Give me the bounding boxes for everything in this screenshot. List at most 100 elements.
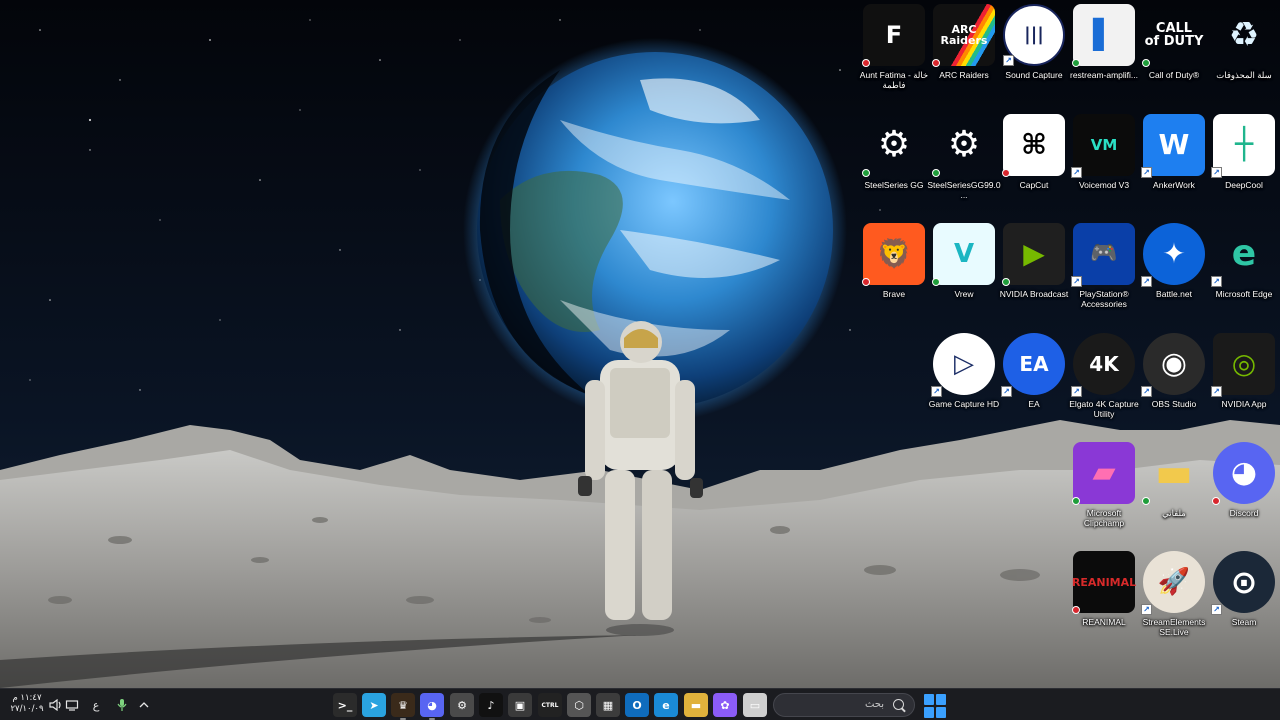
desktop-icon-recycle-bin[interactable]: ♻ سلة المحذوفات: [1208, 4, 1280, 108]
desktop-icon-capcut[interactable]: ⌘ CapCut: [998, 114, 1070, 218]
desktop-icon-streamelements-selive[interactable]: 🚀 ↗ StreamElements SE.Live: [1138, 551, 1210, 655]
shortcut-arrow-icon: ↗: [1071, 167, 1082, 178]
shortcut-arrow-icon: ↗: [1001, 386, 1012, 397]
shortcut-arrow-icon: ↗: [1211, 386, 1222, 397]
taskbar-file-explorer-app[interactable]: ▬: [684, 693, 708, 717]
desktop-icon-nvidia-app[interactable]: ◎ ↗ NVIDIA App: [1208, 333, 1280, 437]
arc-raiders-glyph: ARC Raiders: [940, 23, 988, 47]
desktop-icon-discord[interactable]: ◕ Discord: [1208, 442, 1280, 546]
desktop-icon-label: CapCut: [1019, 180, 1049, 190]
taskbar-telegram-app[interactable]: ➤: [362, 693, 386, 717]
desktop-icon-aunt-fatima[interactable]: F Aunt Fatima - خالة فاطمة: [858, 4, 930, 108]
file-explorer-app-icon: ▬: [690, 698, 702, 712]
desktop-icon-label: PlayStation® Accessories: [1079, 289, 1129, 309]
my-files-folder-icon: ▬: [1142, 442, 1205, 505]
desktop-icon-nvidia-broadcast[interactable]: ▶ NVIDIA Broadcast: [998, 223, 1070, 327]
taskbar-store-app[interactable]: ▦: [596, 693, 620, 717]
taskbar-app-window[interactable]: ▣: [508, 693, 532, 717]
sound-capture-icon: ||| ↗: [1003, 4, 1065, 66]
desktop-icon-deepcool[interactable]: ┼ ↗ DeepCool: [1208, 114, 1280, 218]
desktop-icon-steelseries-gg[interactable]: ⚙ SteelSeries GG: [858, 114, 930, 218]
terminal-app-icon: >_: [337, 698, 353, 712]
discord-app-icon: ◕: [427, 698, 437, 712]
obs-studio-glyph: ◉: [1160, 346, 1188, 381]
desktop-icon-brave[interactable]: 🦁 Brave: [858, 223, 930, 327]
outlook-app-icon: O: [632, 698, 642, 712]
desktop-icon-steelseries-gg-installer[interactable]: ⚙ SteelSeriesGG99.0...: [927, 114, 1000, 218]
discord-glyph: ◕: [1230, 455, 1258, 490]
sync-error-icon: [1212, 497, 1220, 505]
windows-logo-tile: [924, 707, 934, 718]
microphone-icon[interactable]: [114, 695, 130, 715]
desktop-icon-elgato-4k-capture[interactable]: 4K ↗ Elgato 4K Capture Utility: [1068, 333, 1140, 437]
taskbar-app-with-badge[interactable]: ♛: [391, 693, 415, 720]
reanimal-icon: REANIMAL: [1072, 551, 1136, 614]
desktop-icon-restream-amplifier[interactable]: ▌ restream-amplifi...: [1068, 4, 1140, 108]
desktop-icon-ankerwork[interactable]: W ↗ AnkerWork: [1138, 114, 1210, 218]
taskbar-discord-app[interactable]: ◕: [420, 693, 444, 720]
desktop-icon-label: ARC Raiders: [939, 70, 989, 80]
nvidia-app-glyph: ◎: [1231, 347, 1257, 380]
desktop-icon-arc-raiders[interactable]: ARC Raiders ARC Raiders: [928, 4, 1000, 108]
desktop-icon-label: Elgato 4K Capture Utility: [1069, 399, 1139, 419]
steelseries-gg-icon: ⚙: [862, 114, 925, 177]
desktop-icon-voicemod[interactable]: VM ↗ Voicemod V3: [1068, 114, 1140, 218]
desktop-icon-label: OBS Studio: [1151, 399, 1197, 409]
desktop-icon-reanimal[interactable]: REANIMAL REANIMAL: [1068, 551, 1140, 655]
playstation-accessories-glyph: 🎮: [1090, 241, 1118, 266]
desktop-icon-battle-net[interactable]: ✦ ↗ Battle.net: [1138, 223, 1210, 327]
desktop-icon-steam[interactable]: ⊙ ↗ Steam: [1208, 551, 1280, 655]
ankerwork-glyph: W: [1158, 128, 1190, 161]
network-icon[interactable]: [64, 695, 80, 715]
recycle-bin-icon: ♻: [1213, 4, 1275, 66]
volume-icon[interactable]: [48, 695, 64, 715]
start-button[interactable]: [923, 693, 949, 719]
desktop-icon-ea[interactable]: EA ↗ EA: [998, 333, 1070, 437]
desktop-icon-sound-capture[interactable]: ||| ↗ Sound Capture: [998, 4, 1070, 108]
streamelements-selive-glyph: 🚀: [1157, 567, 1191, 597]
shortcut-arrow-icon: ↗: [1071, 386, 1082, 397]
desktop-icon-label: restream-amplifi...: [1069, 70, 1138, 80]
desktop-icon-label: سلة المحذوفات: [1216, 70, 1272, 80]
desktop-icon-game-capture-hd[interactable]: ▷ ↗ Game Capture HD: [928, 333, 1000, 437]
desktop-icon-my-files-folder[interactable]: ▬ ملفاتي: [1138, 442, 1210, 546]
taskbar-settings-app[interactable]: ⚙: [450, 693, 474, 717]
nvidia-broadcast-icon: ▶: [1002, 223, 1065, 286]
shortcut-arrow-icon: ↗: [1003, 55, 1014, 66]
system-clock[interactable]: ١١:٤٧ م ٢٧/١٠/٠٩: [10, 693, 44, 715]
microsoft-clipchamp-glyph: ▰: [1092, 455, 1116, 490]
input-language-indicator[interactable]: ع: [88, 695, 104, 715]
app-window-icon: ▣: [514, 698, 526, 712]
taskbar-hex-app[interactable]: ⬡: [567, 693, 591, 717]
desktop-icon-call-of-duty[interactable]: CALL of DUTY Call of Duty®: [1138, 4, 1210, 108]
shortcut-arrow-icon: ↗: [1141, 604, 1152, 615]
game-capture-hd-icon: ▷ ↗: [931, 333, 995, 397]
search-icon: [893, 699, 904, 710]
tiktok-app-icon: ♪: [487, 698, 495, 712]
synced-status-icon: [932, 169, 940, 177]
edge-app-icon: e: [662, 698, 670, 712]
desktop-icon-microsoft-clipchamp[interactable]: ▰ Microsoft Clipchamp: [1068, 442, 1140, 546]
desktop-icon-label: AnkerWork: [1153, 180, 1195, 190]
settings-app-icon: ⚙: [457, 698, 467, 712]
desktop-icon-playstation-accessories[interactable]: 🎮 ↗ PlayStation® Accessories: [1068, 223, 1140, 327]
desktop-icon-label: Battle.net: [1156, 289, 1192, 299]
call-of-duty-glyph: CALL of DUTY: [1144, 21, 1204, 49]
taskbar-window-app[interactable]: ▭: [743, 693, 767, 717]
taskbar-ctrl-app[interactable]: CTRL: [538, 693, 562, 717]
ea-icon: EA ↗: [1001, 333, 1065, 397]
show-hidden-icons-chevron-icon[interactable]: [136, 695, 152, 715]
taskbar-copilot-app[interactable]: ✿: [713, 693, 737, 717]
desktop-icon-vrew[interactable]: V Vrew: [928, 223, 1000, 327]
taskbar-edge-app[interactable]: e: [654, 693, 678, 717]
call-of-duty-icon: CALL of DUTY: [1142, 4, 1205, 67]
shortcut-arrow-icon: ↗: [1141, 167, 1152, 178]
taskbar-terminal-app[interactable]: >_: [333, 693, 357, 717]
desktop-icon-obs-studio[interactable]: ◉ ↗ OBS Studio: [1138, 333, 1210, 437]
taskbar-tiktok-app[interactable]: ♪: [479, 693, 503, 717]
taskbar-outlook-app[interactable]: O: [625, 693, 649, 717]
sound-capture-glyph: |||: [1024, 24, 1044, 45]
desktop-icon-label: Steam: [1231, 617, 1257, 627]
desktop-icon-microsoft-edge[interactable]: e ↗ Microsoft Edge: [1208, 223, 1280, 327]
taskbar-search-box[interactable]: بحث: [773, 693, 915, 717]
